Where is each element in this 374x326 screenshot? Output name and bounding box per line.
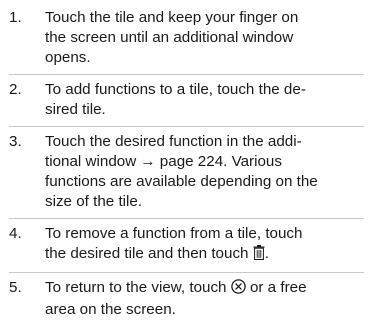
step-text-line: Touch the tile and keep your finger on	[45, 9, 299, 26]
step-text: To remove a function from a tile, touch …	[45, 224, 364, 266]
close-circle-icon	[230, 279, 246, 300]
step-4: 4. To remove a function from a tile, tou…	[9, 218, 364, 272]
step-text: To return to the view, touch or a free a…	[45, 278, 364, 320]
step-text-line: sired tile.	[45, 101, 106, 118]
step-text-fragment: .	[264, 245, 269, 262]
step-number: 2.	[9, 81, 22, 98]
step-text-line: functions are available depending on the	[45, 173, 318, 190]
step-2: 2. To add functions to a tile, touch the…	[9, 74, 364, 126]
step-number: 1.	[9, 9, 22, 26]
step-number: 3.	[9, 133, 22, 150]
step-text-fragment: or a free	[245, 279, 307, 296]
step-text-line: To add functions to a tile, touch the de…	[45, 81, 306, 98]
instruction-page: 1. Touch the tile and keep your finger o…	[0, 0, 374, 324]
step-number: 4.	[9, 225, 22, 242]
step-text-line: To return to the view, touch or a free	[45, 278, 364, 300]
step-text-line: the desired tile and then touch .	[45, 244, 364, 266]
step-text: Touch the desired function in the addi- …	[45, 132, 364, 212]
step-text-line: the screen until an additional window	[45, 29, 294, 46]
step-text-fragment: the desired tile and then touch	[45, 245, 253, 262]
step-text: To add functions to a tile, touch the de…	[45, 80, 364, 120]
step-text-line: To remove a function from a tile, touch	[45, 225, 303, 242]
step-text-line: Touch the desired function in the addi-	[45, 133, 302, 150]
step-number: 5.	[9, 279, 22, 296]
step-text-line: size of the tile.	[45, 193, 143, 210]
step-text-line: opens.	[45, 49, 91, 66]
step-3: 3. Touch the desired function in the add…	[9, 126, 364, 218]
trash-icon	[253, 245, 265, 266]
step-5: 5. To return to the view, touch or a fre…	[9, 272, 364, 326]
step-text-line: tional window → page 224. Various	[45, 153, 282, 170]
step-text-fragment: To return to the view, touch	[45, 279, 231, 296]
step-text: Touch the tile and keep your finger on t…	[45, 8, 364, 68]
instruction-steps: 1. Touch the tile and keep your finger o…	[9, 3, 364, 326]
step-text-line: area on the screen.	[45, 301, 176, 318]
step-1: 1. Touch the tile and keep your finger o…	[9, 3, 364, 74]
